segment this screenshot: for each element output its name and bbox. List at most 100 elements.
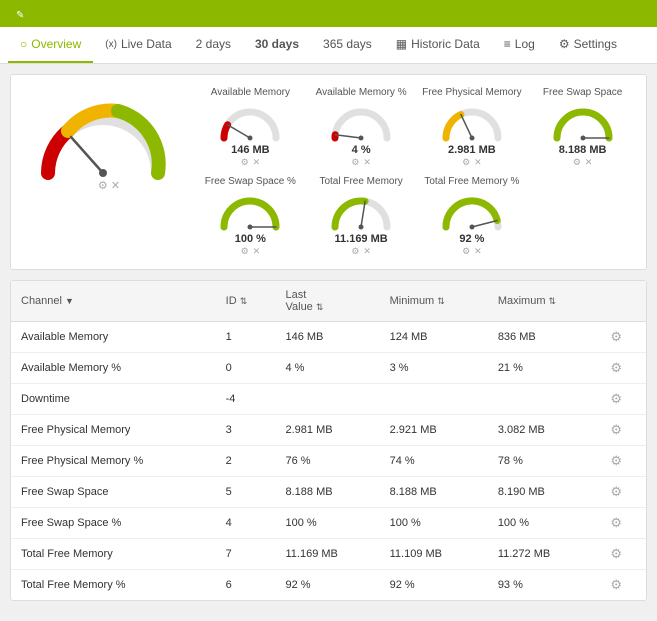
big-gauge	[33, 93, 173, 173]
cell-action-4[interactable]: ⚙	[600, 446, 646, 477]
tab-live-data[interactable]: (x) Live Data	[93, 27, 183, 63]
small-gauge-item-2: Free Physical Memory 2.981 MB ⚙ ✕	[421, 87, 524, 168]
cell-lastval-1: 4 %	[275, 353, 379, 384]
row-settings-icon-8[interactable]: ⚙	[610, 577, 622, 592]
row-settings-icon-0[interactable]: ⚙	[610, 329, 622, 344]
small-gauge-item-4: Free Swap Space % 100 % ⚙ ✕	[199, 176, 302, 257]
sort-channel-icon: ▼	[65, 296, 74, 306]
small-gauge-svg-0	[215, 100, 285, 142]
cell-lastval-6: 100 %	[275, 508, 379, 539]
table-row: Free Swap Space % 4 100 % 100 % 100 % ⚙	[11, 508, 646, 539]
cell-action-0[interactable]: ⚙	[600, 322, 646, 353]
table-row: Free Physical Memory 3 2.981 MB 2.921 MB…	[11, 415, 646, 446]
cell-id-3: 3	[216, 415, 276, 446]
table-section: Channel ▼ ID ⇅ LastValue ⇅ Minimum ⇅ Max…	[10, 280, 647, 601]
small-gauge-title-0: Available Memory	[211, 87, 290, 98]
col-last-value[interactable]: LastValue ⇅	[275, 281, 379, 322]
row-settings-icon-4[interactable]: ⚙	[610, 453, 622, 468]
cell-lastval-4: 76 %	[275, 446, 379, 477]
tab-log[interactable]: ≡ Log	[492, 27, 547, 63]
small-gauge-close-4[interactable]: ✕	[253, 246, 261, 257]
small-gauge-value-4: 100 %	[235, 233, 266, 245]
cell-channel-3: Free Physical Memory	[11, 415, 216, 446]
small-gauge-title-1: Available Memory %	[316, 87, 407, 98]
cell-channel-8: Total Free Memory %	[11, 570, 216, 601]
sensor-label: ✎	[16, 6, 28, 21]
sort-lastval-icon: ⇅	[316, 302, 324, 312]
cell-channel-7: Total Free Memory	[11, 539, 216, 570]
small-gauge-close-1[interactable]: ✕	[363, 157, 371, 168]
cell-id-5: 5	[216, 477, 276, 508]
small-gauge-close-2[interactable]: ✕	[474, 157, 482, 168]
row-settings-icon-6[interactable]: ⚙	[610, 515, 622, 530]
row-settings-icon-3[interactable]: ⚙	[610, 422, 622, 437]
small-gauges-grid: Available Memory 146 MB ⚙ ✕ Available Me…	[199, 87, 634, 257]
small-gauge-svg-2	[437, 100, 507, 142]
small-gauge-config-5[interactable]: ⚙	[351, 246, 359, 257]
cell-action-6[interactable]: ⚙	[600, 508, 646, 539]
small-gauge-close-0[interactable]: ✕	[253, 157, 261, 168]
small-gauge-svg-3	[548, 100, 618, 142]
small-gauge-value-0: 146 MB	[231, 144, 270, 156]
cell-lastval-0: 146 MB	[275, 322, 379, 353]
cell-lastval-5: 8.188 MB	[275, 477, 379, 508]
tab-2days[interactable]: 2 days	[184, 27, 243, 63]
cell-action-7[interactable]: ⚙	[600, 539, 646, 570]
small-gauge-config-4[interactable]: ⚙	[241, 246, 249, 257]
edit-icon[interactable]: ✎	[16, 10, 24, 21]
col-id[interactable]: ID ⇅	[216, 281, 276, 322]
cell-channel-2: Downtime	[11, 384, 216, 415]
cell-max-4: 78 %	[488, 446, 601, 477]
small-gauge-value-1: 4 %	[352, 144, 371, 156]
cell-id-2: -4	[216, 384, 276, 415]
small-gauge-close-3[interactable]: ✕	[585, 157, 593, 168]
small-gauge-config-2[interactable]: ⚙	[462, 157, 470, 168]
cell-max-0: 836 MB	[488, 322, 601, 353]
small-gauge-item-5: Total Free Memory 11.169 MB ⚙ ✕	[310, 176, 413, 257]
table-row: Free Physical Memory % 2 76 % 74 % 78 % …	[11, 446, 646, 477]
small-gauge-title-2: Free Physical Memory	[422, 87, 521, 98]
cell-lastval-2	[275, 384, 379, 415]
cell-action-8[interactable]: ⚙	[600, 570, 646, 601]
cell-action-1[interactable]: ⚙	[600, 353, 646, 384]
small-gauge-config-3[interactable]: ⚙	[573, 157, 581, 168]
small-gauge-config-1[interactable]: ⚙	[351, 157, 359, 168]
table-row: Total Free Memory 7 11.169 MB 11.109 MB …	[11, 539, 646, 570]
cell-max-6: 100 %	[488, 508, 601, 539]
col-maximum[interactable]: Maximum ⇅	[488, 281, 601, 322]
sort-min-icon: ⇅	[437, 296, 445, 306]
nav-bar: ○ Overview (x) Live Data 2 days 30 days …	[0, 27, 657, 64]
sort-id-icon: ⇅	[240, 296, 248, 306]
col-minimum[interactable]: Minimum ⇅	[380, 281, 488, 322]
row-settings-icon-2[interactable]: ⚙	[610, 391, 622, 406]
cell-max-3: 3.082 MB	[488, 415, 601, 446]
cell-min-1: 3 %	[380, 353, 488, 384]
table-row: Total Free Memory % 6 92 % 92 % 93 % ⚙	[11, 570, 646, 601]
tab-30days[interactable]: 30 days	[243, 27, 311, 63]
cell-max-5: 8.190 MB	[488, 477, 601, 508]
cell-id-4: 2	[216, 446, 276, 477]
tab-overview[interactable]: ○ Overview	[8, 27, 93, 63]
small-gauge-config-0[interactable]: ⚙	[241, 157, 249, 168]
cell-id-7: 7	[216, 539, 276, 570]
tab-historic[interactable]: ▦ Historic Data	[384, 27, 492, 63]
cell-min-2	[380, 384, 488, 415]
row-settings-icon-5[interactable]: ⚙	[610, 484, 622, 499]
main-content: ⚙ ✕ Available Memory 146 MB ⚙ ✕ Availabl…	[0, 64, 657, 621]
small-gauge-close-6[interactable]: ✕	[474, 246, 482, 257]
tab-settings[interactable]: ⚙ Settings	[547, 27, 629, 63]
cell-action-2[interactable]: ⚙	[600, 384, 646, 415]
cell-action-5[interactable]: ⚙	[600, 477, 646, 508]
col-channel[interactable]: Channel ▼	[11, 281, 216, 322]
small-gauge-config-6[interactable]: ⚙	[462, 246, 470, 257]
cell-min-7: 11.109 MB	[380, 539, 488, 570]
small-gauge-close-5[interactable]: ✕	[363, 246, 371, 257]
small-gauge-svg-4	[215, 189, 285, 231]
cell-action-3[interactable]: ⚙	[600, 415, 646, 446]
log-icon: ≡	[504, 37, 511, 51]
row-settings-icon-7[interactable]: ⚙	[610, 546, 622, 561]
cell-id-8: 6	[216, 570, 276, 601]
tab-365days[interactable]: 365 days	[311, 27, 384, 63]
row-settings-icon-1[interactable]: ⚙	[610, 360, 622, 375]
live-data-icon: (x)	[105, 39, 117, 50]
